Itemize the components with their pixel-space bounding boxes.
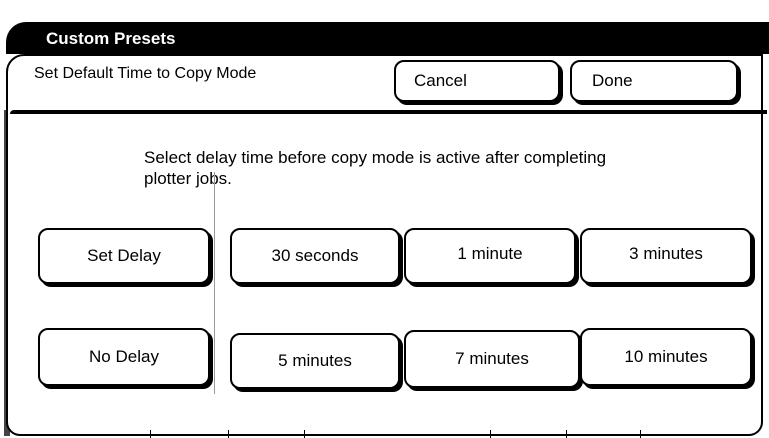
option-10-minutes-button[interactable]: 10 minutes bbox=[580, 328, 752, 386]
bottom-tick bbox=[228, 430, 229, 438]
option-label: 7 minutes bbox=[455, 349, 529, 368]
bottom-tick bbox=[490, 430, 491, 438]
no-delay-label: No Delay bbox=[89, 347, 159, 366]
option-label: 10 minutes bbox=[624, 347, 708, 366]
option-1-minute-button[interactable]: 1 minute bbox=[404, 228, 576, 284]
bottom-tick bbox=[566, 430, 567, 438]
bottom-tick bbox=[640, 430, 641, 438]
option-label: 3 minutes bbox=[629, 244, 703, 263]
option-3-minutes-button[interactable]: 3 minutes bbox=[580, 228, 752, 284]
option-5-minutes-button[interactable]: 5 minutes bbox=[230, 333, 400, 389]
option-label: 30 seconds bbox=[271, 246, 359, 265]
column-divider bbox=[214, 172, 215, 394]
option-30-seconds-button[interactable]: 30 seconds bbox=[230, 228, 400, 284]
setting-title: Set Default Time to Copy Mode bbox=[34, 65, 257, 82]
set-delay-button[interactable]: Set Delay bbox=[38, 228, 210, 284]
done-button[interactable]: Done bbox=[570, 60, 738, 102]
bottom-tick bbox=[304, 430, 305, 438]
done-button-label: Done bbox=[592, 71, 633, 90]
window-title: Custom Presets bbox=[46, 29, 176, 48]
cancel-button[interactable]: Cancel bbox=[394, 60, 560, 102]
no-delay-button[interactable]: No Delay bbox=[38, 328, 210, 386]
option-label: 1 minute bbox=[457, 244, 523, 263]
cancel-button-label: Cancel bbox=[414, 71, 467, 90]
option-7-minutes-button[interactable]: 7 minutes bbox=[404, 330, 580, 388]
set-delay-label: Set Delay bbox=[87, 246, 161, 265]
bottom-tick bbox=[150, 430, 151, 438]
option-label: 5 minutes bbox=[278, 351, 352, 370]
header-divider bbox=[10, 110, 767, 114]
instruction-text: Select delay time before copy mode is ac… bbox=[144, 148, 607, 188]
